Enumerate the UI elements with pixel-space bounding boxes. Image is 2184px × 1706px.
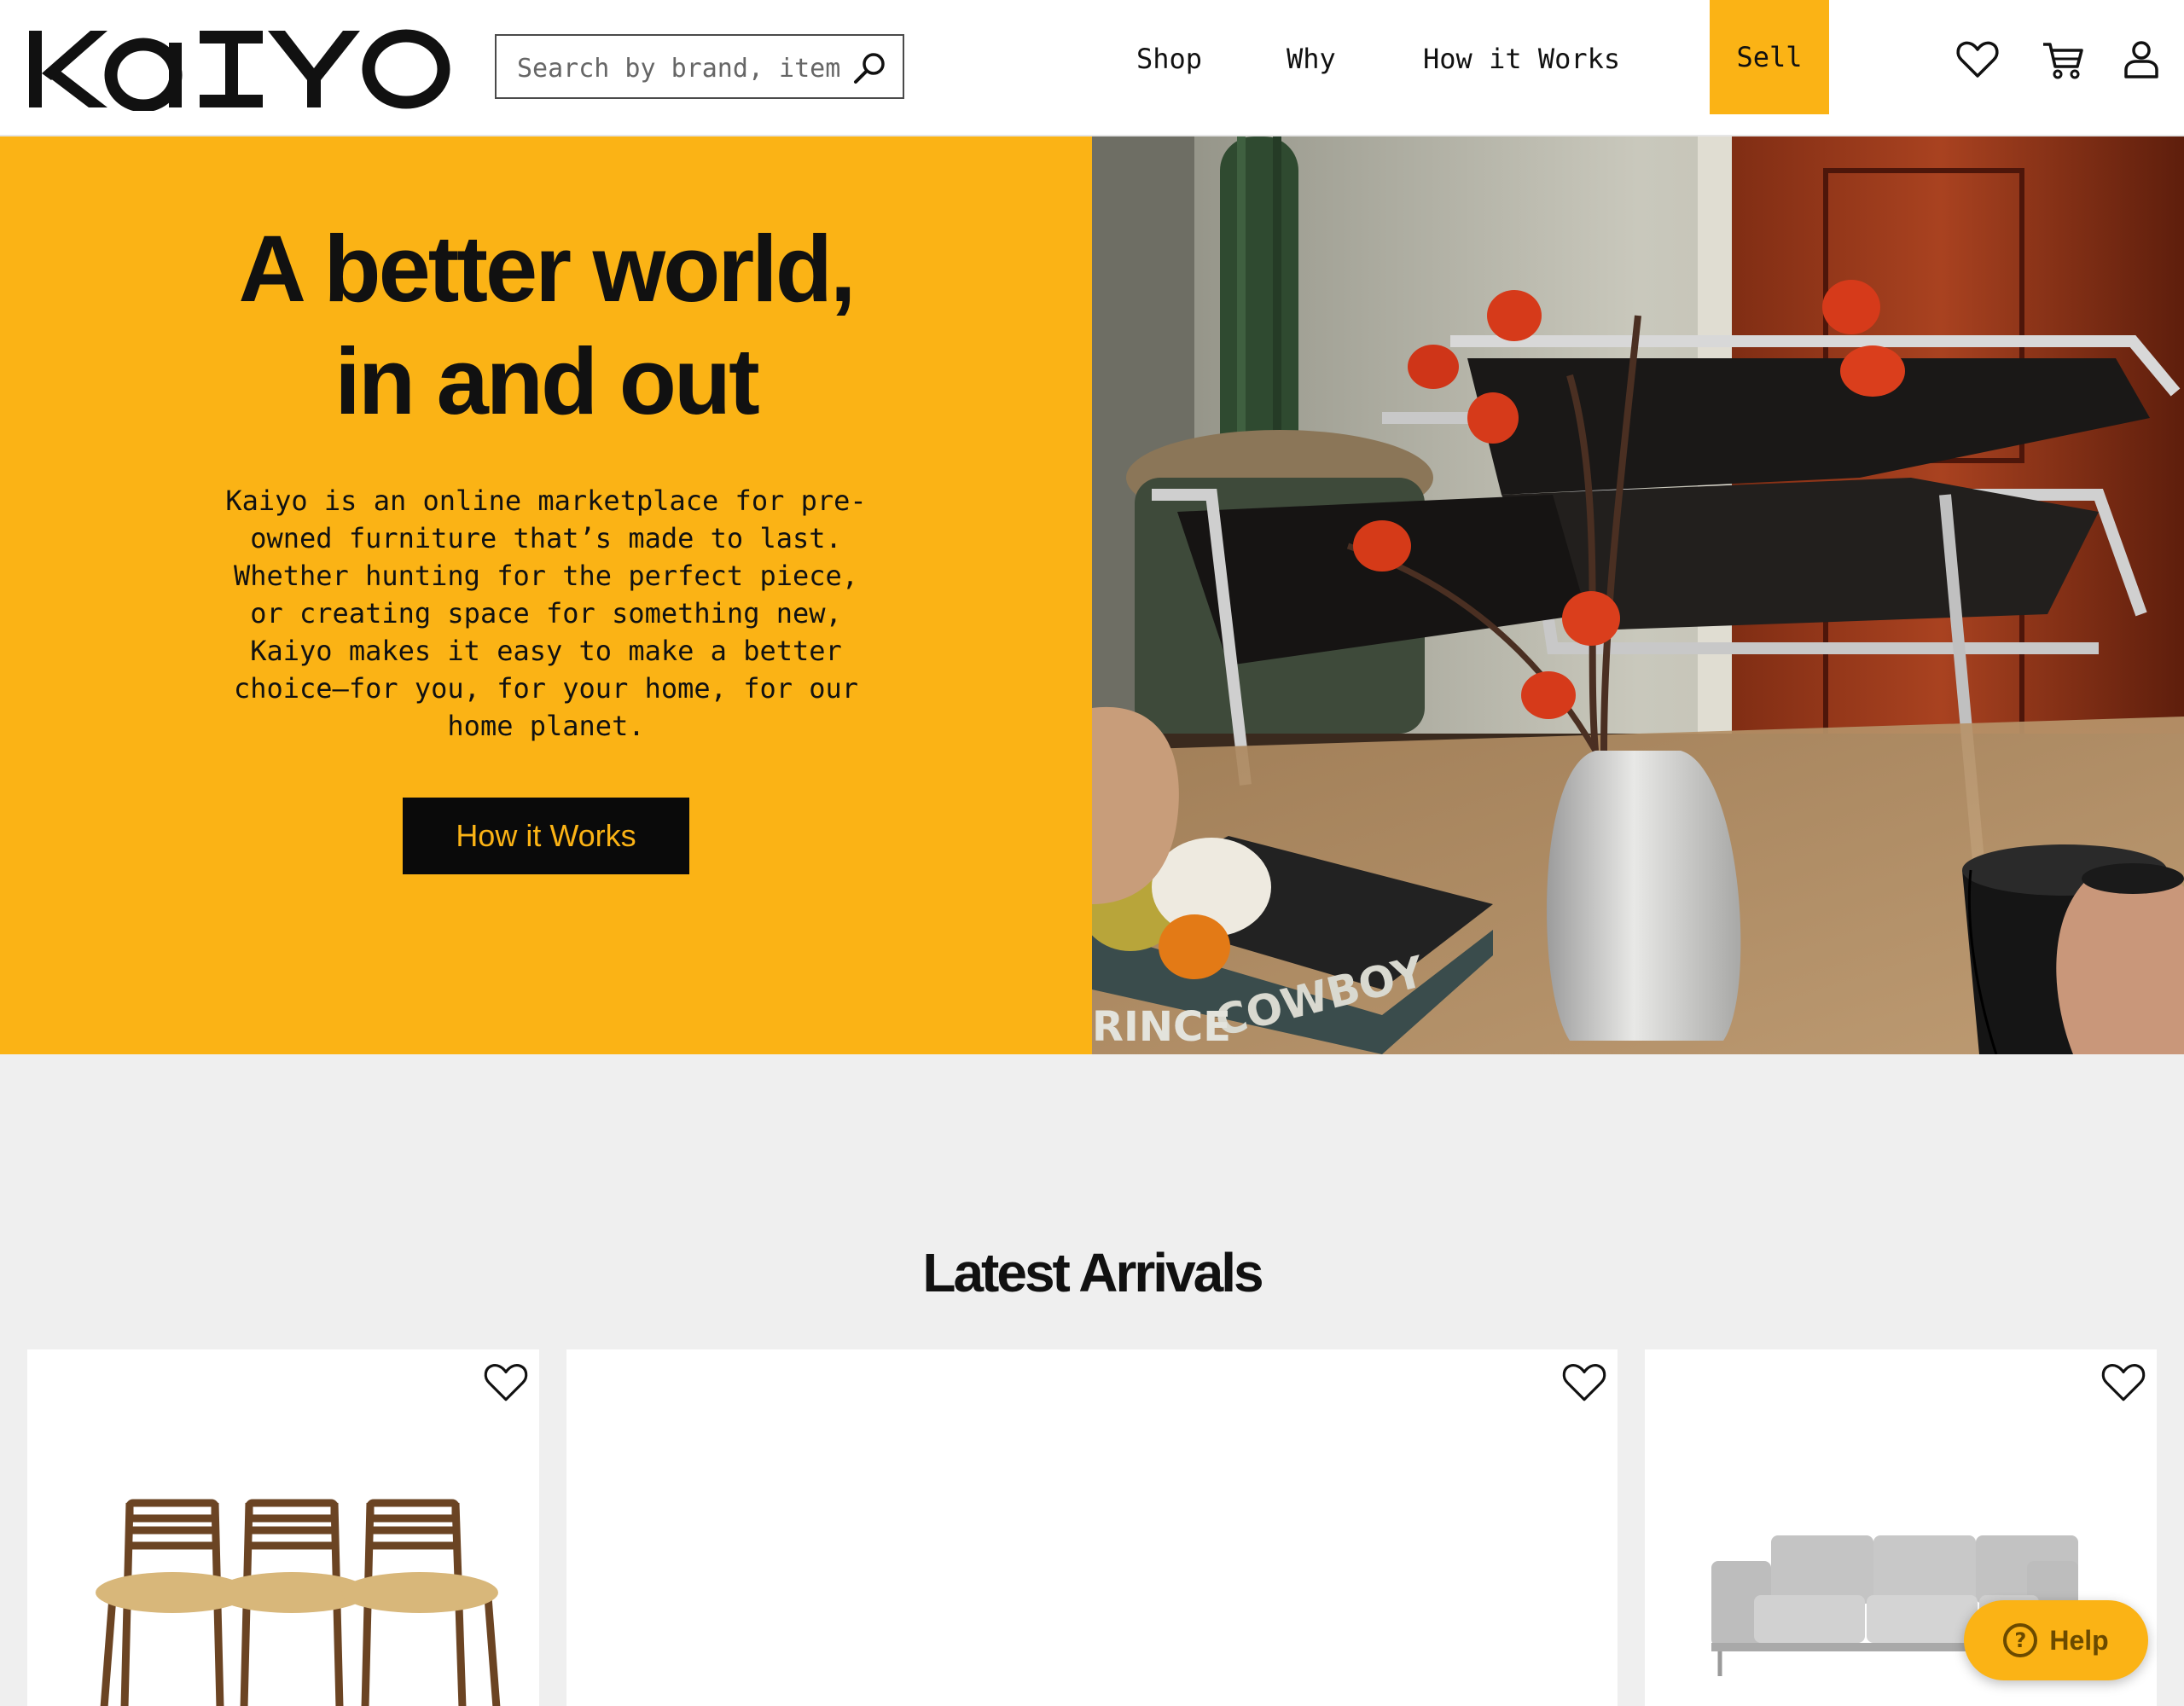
site-header: Shop Why How it Works Sell bbox=[0, 0, 2184, 136]
hero-description-line: choice—for you, for your home, for our bbox=[233, 672, 859, 705]
question-icon: ? bbox=[2003, 1623, 2038, 1657]
how-it-works-button[interactable]: How it Works bbox=[403, 798, 689, 874]
hero-panel: A better world, in and out Kaiyo is an o… bbox=[0, 136, 1092, 1054]
nav-shop[interactable]: Shop bbox=[1136, 43, 1202, 82]
hero-photo-lounge-chair: COWBOY RINCE bbox=[1092, 136, 2184, 1054]
heart-icon[interactable] bbox=[483, 1360, 529, 1406]
latest-arrivals-title: Latest Arrivals bbox=[922, 1242, 1263, 1303]
search-input[interactable] bbox=[517, 49, 841, 87]
product-card[interactable] bbox=[27, 1349, 539, 1706]
search-box[interactable] bbox=[495, 34, 904, 99]
kaiyo-logo[interactable] bbox=[26, 24, 452, 113]
product-image-dining-chairs bbox=[96, 1499, 501, 1706]
heart-icon[interactable] bbox=[2100, 1360, 2146, 1406]
help-button[interactable]: ? Help bbox=[1964, 1600, 2148, 1680]
help-label: Help bbox=[2049, 1624, 2109, 1656]
cart-icon[interactable] bbox=[2041, 38, 2085, 82]
hero-title: A better world, in and out bbox=[0, 213, 1092, 438]
search-icon[interactable] bbox=[851, 49, 889, 87]
sell-button[interactable]: Sell bbox=[1710, 0, 1829, 114]
heart-icon[interactable] bbox=[1561, 1360, 1607, 1406]
hero-description-line: home planet. bbox=[447, 710, 645, 742]
nav-why[interactable]: Why bbox=[1287, 43, 1336, 82]
book-spine-text-2: RINCE bbox=[1092, 1003, 1231, 1051]
nav-how-it-works[interactable]: How it Works bbox=[1423, 43, 1620, 82]
heart-icon[interactable] bbox=[1955, 38, 2000, 82]
hero-title-line-2: in and out bbox=[334, 329, 759, 434]
hero-description-line: owned furniture that’s made to last. bbox=[250, 522, 842, 554]
user-icon[interactable] bbox=[2119, 38, 2164, 82]
hero-description: Kaiyo is an online marketplace for pre- … bbox=[213, 482, 879, 745]
hero-description-line: or creating space for something new, bbox=[250, 597, 842, 630]
hero-description-line: Kaiyo makes it easy to make a better bbox=[250, 635, 842, 667]
kaiyo-logo-wordmark bbox=[29, 29, 450, 113]
hero-title-line-1: A better world, bbox=[238, 217, 857, 322]
hero-description-line: Kaiyo is an online marketplace for pre- bbox=[225, 485, 867, 517]
product-card[interactable] bbox=[566, 1349, 1618, 1706]
hero-image: COWBOY RINCE bbox=[1092, 136, 2184, 1054]
hero-description-line: Whether hunting for the perfect piece, bbox=[233, 560, 859, 592]
